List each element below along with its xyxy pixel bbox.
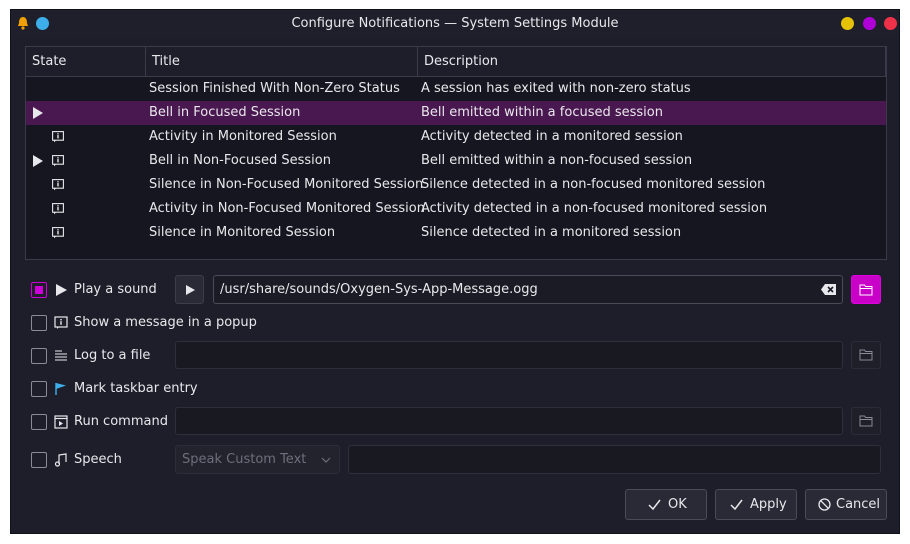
- browse-command-button[interactable]: [851, 407, 881, 435]
- folder-icon: [859, 415, 873, 427]
- speech-checkbox[interactable]: [31, 452, 47, 468]
- text-lines-icon: [55, 350, 67, 361]
- table-row[interactable]: Bell in Focused Session Bell emitted with…: [26, 101, 886, 125]
- checkmark-icon: [730, 499, 743, 510]
- taskbar-label: Mark taskbar entry: [74, 381, 198, 396]
- row-description: A session has exited with non-zero statu…: [421, 81, 691, 96]
- ok-label: OK: [668, 497, 687, 512]
- close-button[interactable]: [884, 17, 897, 30]
- minimize-button[interactable]: [841, 17, 854, 30]
- speech-mode-value: Speak Custom Text: [182, 452, 307, 467]
- row-title: Activity in Monitored Session: [149, 129, 337, 144]
- cancel-button[interactable]: Cancel: [805, 489, 887, 520]
- popup-option: Show a message in a popup: [31, 308, 261, 338]
- cancel-icon: [818, 498, 831, 511]
- popup-label: Show a message in a popup: [74, 315, 257, 330]
- row-title: Activity in Non-Focused Monitored Sessio…: [149, 201, 425, 216]
- table-row[interactable]: Bell in Non-Focused Session Bell emitted …: [26, 149, 886, 173]
- row-description: Activity detected in a non-focused monit…: [421, 201, 768, 216]
- row-title: Bell in Focused Session: [149, 105, 301, 120]
- header-state[interactable]: State: [26, 47, 146, 76]
- speech-label: Speech: [74, 452, 122, 467]
- row-title: Silence in Monitored Session: [149, 225, 336, 240]
- folder-icon: [859, 284, 873, 295]
- speech-option: Speech: [31, 445, 151, 475]
- flag-icon: [55, 383, 66, 395]
- header-description[interactable]: Description: [418, 47, 886, 76]
- play-sound-option: Play a sound: [31, 275, 181, 305]
- row-description: Bell emitted within a non-focused sessio…: [421, 153, 693, 168]
- play-icon: [56, 284, 67, 296]
- log-file-option: Log to a file: [31, 341, 171, 371]
- window-title: Configure Notifications — System Setting…: [291, 16, 619, 31]
- log-file-input[interactable]: [175, 341, 843, 369]
- play-sound-label: Play a sound: [74, 282, 157, 297]
- header-title[interactable]: Title: [146, 47, 418, 76]
- terminal-icon: [54, 415, 68, 429]
- configure-notifications-window: Configure Notifications — System Setting…: [10, 9, 900, 534]
- maximize-button[interactable]: [863, 17, 876, 30]
- popup-state-icon: [52, 179, 64, 191]
- chevron-down-icon: [321, 457, 331, 463]
- folder-icon: [859, 349, 873, 361]
- browse-sound-button[interactable]: [851, 275, 881, 304]
- table-row[interactable]: Session Finished With Non-Zero Status A s…: [26, 77, 886, 101]
- table-header: State Title Description: [26, 47, 886, 77]
- popup-state-icon: [52, 203, 64, 215]
- taskbar-option: Mark taskbar entry: [31, 374, 231, 404]
- table-row[interactable]: Silence in Monitored Session Silence dete…: [26, 221, 886, 245]
- cancel-label: Cancel: [836, 497, 881, 512]
- row-title: Silence in Non-Focused Monitored Session: [149, 177, 424, 192]
- popup-state-icon: [52, 155, 64, 167]
- speech-text-input[interactable]: [348, 445, 881, 474]
- apply-button[interactable]: Apply: [715, 489, 797, 520]
- message-icon: [54, 316, 68, 329]
- sound-file-path: /usr/share/sounds/Oxygen-Sys-App-Message…: [220, 282, 538, 297]
- browse-log-button[interactable]: [851, 341, 881, 369]
- row-description: Silence detected in a non-focused monito…: [421, 177, 766, 192]
- play-icon: [185, 284, 195, 295]
- row-title: Session Finished With Non-Zero Status: [149, 81, 400, 96]
- notifications-table[interactable]: State Title Description Session Finished…: [25, 46, 887, 260]
- apply-label: Apply: [750, 497, 787, 512]
- preview-sound-button[interactable]: [175, 275, 204, 304]
- run-command-label: Run command: [74, 414, 168, 429]
- log-file-checkbox[interactable]: [31, 348, 47, 364]
- play-sound-checkbox[interactable]: [31, 282, 47, 298]
- clear-icon[interactable]: [821, 284, 836, 295]
- music-note-icon: [54, 453, 67, 467]
- sound-file-input[interactable]: /usr/share/sounds/Oxygen-Sys-App-Message…: [213, 275, 843, 304]
- table-row[interactable]: Activity in Non-Focused Monitored Sessio…: [26, 197, 886, 221]
- log-file-label: Log to a file: [74, 348, 151, 363]
- speech-mode-select[interactable]: Speak Custom Text: [175, 445, 340, 474]
- row-description: Silence detected in a monitored session: [421, 225, 682, 240]
- row-description: Activity detected in a monitored session: [421, 129, 683, 144]
- row-title: Bell in Non-Focused Session: [149, 153, 331, 168]
- table-row[interactable]: Activity in Monitored Session Activity de…: [26, 125, 886, 149]
- ok-button[interactable]: OK: [625, 489, 707, 520]
- run-command-input[interactable]: [175, 407, 843, 435]
- title-bar: Configure Notifications — System Setting…: [11, 10, 899, 38]
- popup-state-icon: [52, 227, 64, 239]
- sound-state-icon: [33, 155, 43, 167]
- popup-checkbox[interactable]: [31, 315, 47, 331]
- row-description: Bell emitted within a focused session: [421, 105, 663, 120]
- popup-state-icon: [52, 131, 64, 143]
- run-command-option: Run command: [31, 407, 181, 437]
- table-row[interactable]: Silence in Non-Focused Monitored Session…: [26, 173, 886, 197]
- checkmark-icon: [648, 499, 661, 510]
- run-command-checkbox[interactable]: [31, 414, 47, 430]
- taskbar-checkbox[interactable]: [31, 381, 47, 397]
- sound-state-icon: [33, 107, 43, 119]
